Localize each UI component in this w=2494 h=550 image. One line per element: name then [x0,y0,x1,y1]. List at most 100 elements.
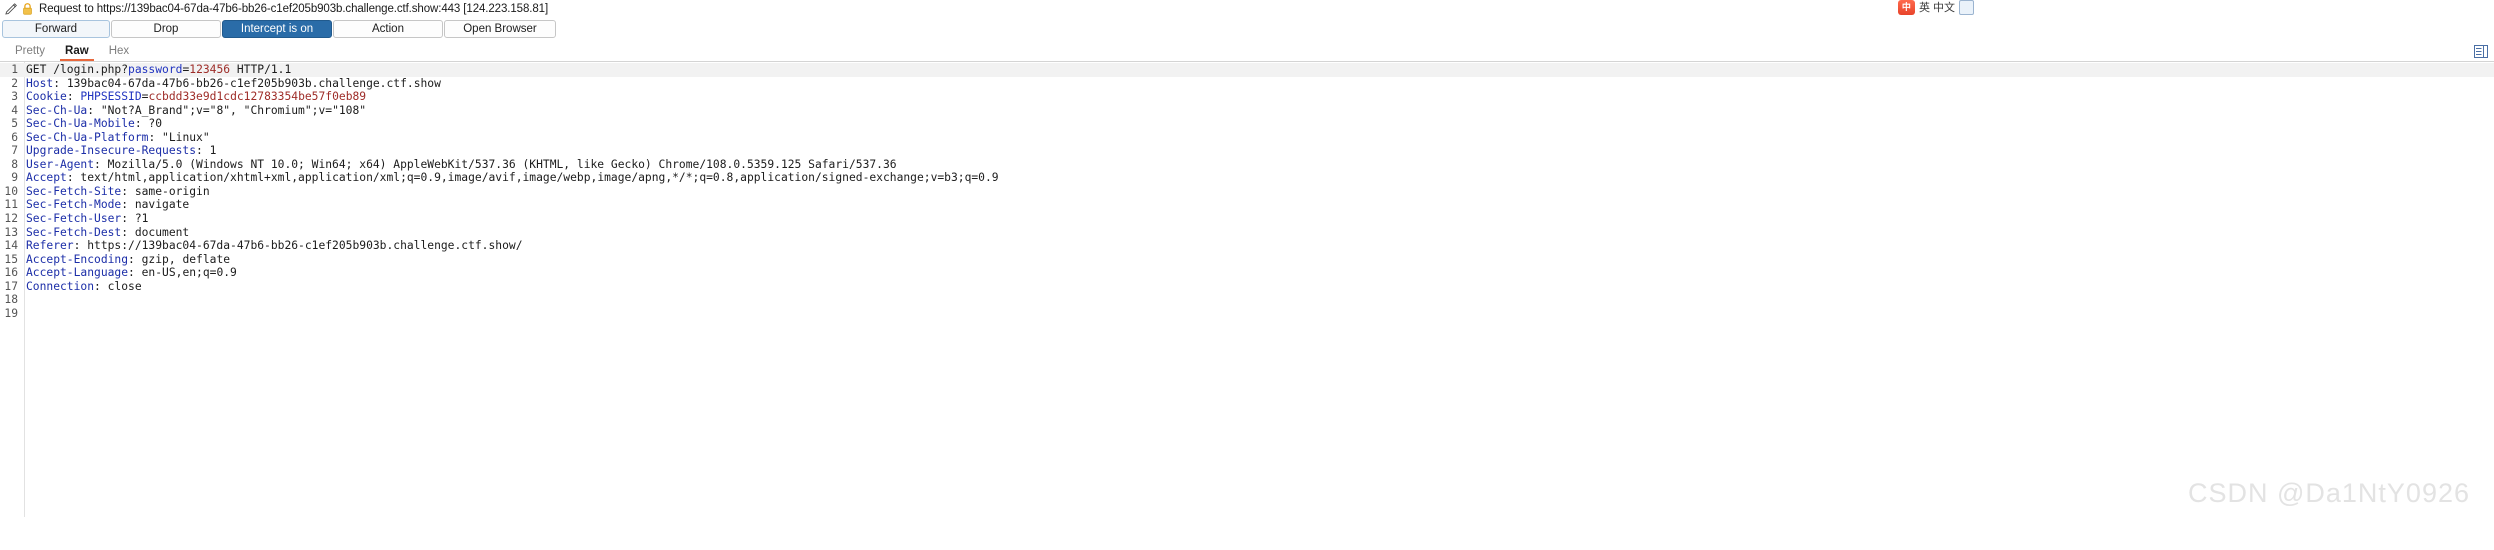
watermark-text: CSDN @Da1NtY0926 [2187,478,2470,508]
line-token-plain: : document [121,225,190,239]
line-token-plain: : 139bac04-67da-47b6-bb26-c1ef205b903b.c… [53,76,441,90]
line-token-plain: : en-US,en;q=0.9 [128,266,237,280]
line-number: 3 [11,90,18,104]
line-token-plain: : Mozilla/5.0 (Windows NT 10.0; Win64; x… [94,157,897,171]
request-line[interactable]: 1 GET /login.php?password=123456 HTTP/1.1 [0,63,2494,77]
line-number: 14 [4,239,18,253]
request-title-text: Request to https://139bac04-67da-47b6-bb… [39,2,549,15]
request-line[interactable]: 10 Sec-Fetch-Site: same-origin [0,185,2494,199]
request-line[interactable]: 19 [0,307,2494,321]
line-token-plain: : text/html,application/xhtml+xml,applic… [66,171,999,185]
line-number: 8 [11,157,18,171]
line-number: 2 [11,76,18,90]
ime-label: 英 中文 [1918,2,1955,14]
line-number: 1 [11,63,18,76]
raw-request-editor[interactable]: 1 GET /login.php?password=123456 HTTP/1.1… [0,62,2494,517]
line-number: 12 [4,212,18,226]
line-token-hdr: Referer [26,239,74,253]
line-token-hdr: Sec-Fetch-Dest [26,225,122,239]
window-title-bar: Request to https://139bac04-67da-47b6-bb… [0,0,2494,17]
line-number: 6 [11,130,18,144]
line-token-plain: : same-origin [121,184,210,198]
line-token-plain: : 1 [196,144,217,158]
line-token-plain: : close [94,279,142,293]
line-number: 15 [4,252,18,266]
line-number: 18 [4,293,18,307]
tab-pretty[interactable]: Pretty [5,44,55,61]
line-content: Referer: https://139bac04-67da-47b6-bb26… [21,239,523,253]
line-content: Sec-Fetch-Dest: document [21,226,189,240]
drop-button[interactable]: Drop [111,19,221,38]
line-token-hdr: Sec-Fetch-Site [26,184,122,198]
line-token-hdr: Accept-Language [26,266,129,280]
line-number: 10 [4,184,18,198]
line-number: 4 [11,103,18,117]
request-line[interactable]: 9 Accept: text/html,application/xhtml+xml… [0,171,2494,185]
line-token-hdr: User-Agent [26,157,95,171]
line-content: GET /login.php?password=123456 HTTP/1.1 [21,63,291,77]
line-token-hdr: Upgrade-Insecure-Requests [26,144,197,158]
line-content: Cookie: PHPSESSID=ccbdd33e9d1cdc12783354… [21,90,366,104]
request-line[interactable]: 7 Upgrade-Insecure-Requests: 1 [0,144,2494,158]
request-line[interactable]: 4 Sec-Ch-Ua: "Not?A_Brand";v="8", "Chromi… [0,104,2494,118]
request-line[interactable]: 14 Referer: https://139bac04-67da-47b6-bb… [0,239,2494,253]
request-line[interactable]: 12 Sec-Fetch-User: ?1 [0,212,2494,226]
line-content: User-Agent: Mozilla/5.0 (Windows NT 10.0… [21,158,897,172]
line-token-hdr: Connection [26,279,95,293]
tab-hex[interactable]: Hex [99,44,139,61]
ime-language-badge[interactable]: 中 [1897,0,1915,15]
line-token-hdr: Sec-Ch-Ua-Platform [26,130,149,144]
open-browser-button[interactable]: Open Browser [444,19,556,38]
line-token-plain: : "Not?A_Brand";v="8", "Chromium";v="108… [87,103,367,117]
request-line[interactable]: 13 Sec-Fetch-Dest: document [0,226,2494,240]
line-number: 19 [4,306,18,320]
line-content: Accept: text/html,application/xhtml+xml,… [21,171,999,185]
ime-square-icon[interactable] [1959,0,1974,15]
line-number: 7 [11,144,18,158]
line-token-plain: GET /login.php? [26,63,129,76]
line-content: Sec-Ch-Ua: "Not?A_Brand";v="8", "Chromiu… [21,104,366,118]
intercept-toolbar: Forward Drop Intercept is on Action Open… [0,17,2494,39]
request-line[interactable]: 5 Sec-Ch-Ua-Mobile: ?0 [0,117,2494,131]
request-code-lines[interactable]: 1 GET /login.php?password=123456 HTTP/1.1… [0,62,2494,320]
line-content: Accept-Encoding: gzip, deflate [21,253,230,267]
request-line[interactable]: 11 Sec-Fetch-Mode: navigate [0,198,2494,212]
line-content: Connection: close [21,280,142,294]
line-number: 11 [4,198,18,212]
request-line[interactable]: 15 Accept-Encoding: gzip, deflate [0,253,2494,267]
line-token-hdr: Sec-Fetch-Mode [26,198,122,212]
request-line[interactable]: 17 Connection: close [0,280,2494,294]
forward-button[interactable]: Forward [2,19,110,38]
line-token-plain: : "Linux" [148,130,210,144]
ime-status-chip[interactable]: 中 英 中文 [1897,0,1974,16]
request-line[interactable]: 16 Accept-Language: en-US,en;q=0.9 [0,266,2494,280]
line-token-plain: : navigate [121,198,190,212]
request-line[interactable]: 18 [0,293,2494,307]
line-token-plain: HTTP/1.1 [230,63,292,76]
line-token-key: password [128,63,183,76]
request-line[interactable]: 6 Sec-Ch-Ua-Platform: "Linux" [0,131,2494,145]
intercept-toggle-button[interactable]: Intercept is on [222,19,332,38]
line-number: 16 [4,266,18,280]
request-line[interactable]: 2 Host: 139bac04-67da-47b6-bb26-c1ef205b9… [0,77,2494,91]
request-line[interactable]: 3 Cookie: PHPSESSID=ccbdd33e9d1cdc1278335… [0,90,2494,104]
line-token-hdr: Sec-Fetch-User [26,212,122,226]
line-content: Sec-Fetch-User: ?1 [21,212,148,226]
pencil-icon [4,2,18,16]
line-token-plain: : ?1 [121,212,149,226]
line-token-val: 123456 [189,63,231,76]
line-content: Accept-Language: en-US,en;q=0.9 [21,266,237,280]
line-token-plain: : gzip, deflate [128,252,231,266]
panel-options-icon[interactable] [2474,45,2488,58]
line-token-plain: : ?0 [134,117,163,131]
line-content: Sec-Fetch-Site: same-origin [21,185,210,199]
line-token-hdr: Sec-Ch-Ua-Mobile [26,117,135,131]
request-line[interactable]: 8 User-Agent: Mozilla/5.0 (Windows NT 10.… [0,158,2494,172]
line-number: 9 [11,171,18,185]
line-token-hdr: Sec-Ch-Ua [26,103,88,117]
line-number: 13 [4,225,18,239]
line-token-hdr: Host [26,76,54,90]
action-button[interactable]: Action [333,19,443,38]
message-view-tabs: Pretty Raw Hex [0,39,2494,62]
tab-raw[interactable]: Raw [55,44,99,61]
